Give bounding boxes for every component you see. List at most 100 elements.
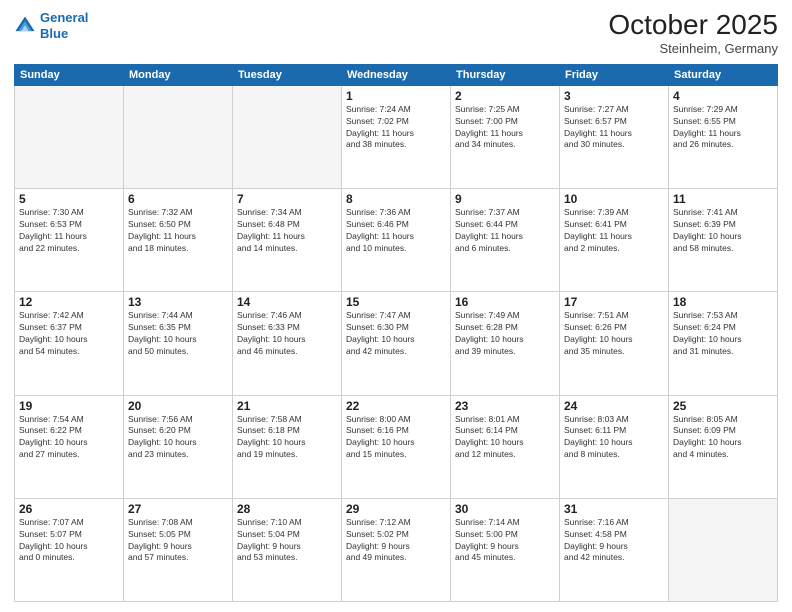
header-sunday: Sunday [15,64,124,85]
week-row-3: 19Sunrise: 7:54 AM Sunset: 6:22 PM Dayli… [15,395,778,498]
day-info: Sunrise: 7:58 AM Sunset: 6:18 PM Dayligh… [237,414,337,462]
day-number: 30 [455,502,555,516]
day-info: Sunrise: 7:08 AM Sunset: 5:05 PM Dayligh… [128,517,228,565]
table-row: 30Sunrise: 7:14 AM Sunset: 5:00 PM Dayli… [451,498,560,601]
day-info: Sunrise: 7:42 AM Sunset: 6:37 PM Dayligh… [19,310,119,358]
table-row: 10Sunrise: 7:39 AM Sunset: 6:41 PM Dayli… [560,189,669,292]
logo-blue: Blue [40,26,68,41]
day-info: Sunrise: 7:56 AM Sunset: 6:20 PM Dayligh… [128,414,228,462]
table-row: 7Sunrise: 7:34 AM Sunset: 6:48 PM Daylig… [233,189,342,292]
table-row: 26Sunrise: 7:07 AM Sunset: 5:07 PM Dayli… [15,498,124,601]
table-row: 20Sunrise: 7:56 AM Sunset: 6:20 PM Dayli… [124,395,233,498]
day-number: 10 [564,192,664,206]
page: General Blue October 2025 Steinheim, Ger… [0,0,792,612]
table-row: 12Sunrise: 7:42 AM Sunset: 6:37 PM Dayli… [15,292,124,395]
header-wednesday: Wednesday [342,64,451,85]
day-number: 17 [564,295,664,309]
day-info: Sunrise: 7:37 AM Sunset: 6:44 PM Dayligh… [455,207,555,255]
day-info: Sunrise: 7:10 AM Sunset: 5:04 PM Dayligh… [237,517,337,565]
day-info: Sunrise: 7:12 AM Sunset: 5:02 PM Dayligh… [346,517,446,565]
calendar-subtitle: Steinheim, Germany [608,41,778,56]
day-number: 28 [237,502,337,516]
day-info: Sunrise: 7:29 AM Sunset: 6:55 PM Dayligh… [673,104,773,152]
table-row [124,85,233,188]
day-number: 25 [673,399,773,413]
table-row: 25Sunrise: 8:05 AM Sunset: 6:09 PM Dayli… [669,395,778,498]
week-row-0: 1Sunrise: 7:24 AM Sunset: 7:02 PM Daylig… [15,85,778,188]
header-friday: Friday [560,64,669,85]
table-row: 16Sunrise: 7:49 AM Sunset: 6:28 PM Dayli… [451,292,560,395]
day-number: 27 [128,502,228,516]
table-row: 24Sunrise: 8:03 AM Sunset: 6:11 PM Dayli… [560,395,669,498]
day-info: Sunrise: 7:25 AM Sunset: 7:00 PM Dayligh… [455,104,555,152]
day-number: 21 [237,399,337,413]
calendar-header-row: Sunday Monday Tuesday Wednesday Thursday… [15,64,778,85]
header-saturday: Saturday [669,64,778,85]
day-info: Sunrise: 7:36 AM Sunset: 6:46 PM Dayligh… [346,207,446,255]
day-number: 3 [564,89,664,103]
day-number: 7 [237,192,337,206]
day-number: 1 [346,89,446,103]
title-block: October 2025 Steinheim, Germany [608,10,778,56]
day-info: Sunrise: 7:07 AM Sunset: 5:07 PM Dayligh… [19,517,119,565]
logo: General Blue [14,10,88,41]
day-number: 24 [564,399,664,413]
day-info: Sunrise: 7:16 AM Sunset: 4:58 PM Dayligh… [564,517,664,565]
day-number: 29 [346,502,446,516]
day-info: Sunrise: 7:41 AM Sunset: 6:39 PM Dayligh… [673,207,773,255]
logo-general: General [40,10,88,25]
table-row: 14Sunrise: 7:46 AM Sunset: 6:33 PM Dayli… [233,292,342,395]
table-row: 6Sunrise: 7:32 AM Sunset: 6:50 PM Daylig… [124,189,233,292]
header-thursday: Thursday [451,64,560,85]
week-row-1: 5Sunrise: 7:30 AM Sunset: 6:53 PM Daylig… [15,189,778,292]
week-row-2: 12Sunrise: 7:42 AM Sunset: 6:37 PM Dayli… [15,292,778,395]
day-number: 13 [128,295,228,309]
day-number: 12 [19,295,119,309]
day-number: 8 [346,192,446,206]
day-info: Sunrise: 8:05 AM Sunset: 6:09 PM Dayligh… [673,414,773,462]
day-number: 19 [19,399,119,413]
day-number: 4 [673,89,773,103]
week-row-4: 26Sunrise: 7:07 AM Sunset: 5:07 PM Dayli… [15,498,778,601]
table-row: 2Sunrise: 7:25 AM Sunset: 7:00 PM Daylig… [451,85,560,188]
table-row: 4Sunrise: 7:29 AM Sunset: 6:55 PM Daylig… [669,85,778,188]
day-info: Sunrise: 7:32 AM Sunset: 6:50 PM Dayligh… [128,207,228,255]
table-row: 9Sunrise: 7:37 AM Sunset: 6:44 PM Daylig… [451,189,560,292]
day-info: Sunrise: 8:00 AM Sunset: 6:16 PM Dayligh… [346,414,446,462]
table-row: 23Sunrise: 8:01 AM Sunset: 6:14 PM Dayli… [451,395,560,498]
table-row: 27Sunrise: 7:08 AM Sunset: 5:05 PM Dayli… [124,498,233,601]
day-info: Sunrise: 8:01 AM Sunset: 6:14 PM Dayligh… [455,414,555,462]
day-info: Sunrise: 8:03 AM Sunset: 6:11 PM Dayligh… [564,414,664,462]
day-info: Sunrise: 7:14 AM Sunset: 5:00 PM Dayligh… [455,517,555,565]
table-row: 3Sunrise: 7:27 AM Sunset: 6:57 PM Daylig… [560,85,669,188]
day-number: 11 [673,192,773,206]
day-number: 14 [237,295,337,309]
day-info: Sunrise: 7:46 AM Sunset: 6:33 PM Dayligh… [237,310,337,358]
table-row: 5Sunrise: 7:30 AM Sunset: 6:53 PM Daylig… [15,189,124,292]
day-number: 26 [19,502,119,516]
table-row: 1Sunrise: 7:24 AM Sunset: 7:02 PM Daylig… [342,85,451,188]
day-info: Sunrise: 7:51 AM Sunset: 6:26 PM Dayligh… [564,310,664,358]
day-number: 20 [128,399,228,413]
logo-text: General Blue [40,10,88,41]
header-monday: Monday [124,64,233,85]
table-row: 15Sunrise: 7:47 AM Sunset: 6:30 PM Dayli… [342,292,451,395]
header: General Blue October 2025 Steinheim, Ger… [14,10,778,56]
table-row [233,85,342,188]
day-info: Sunrise: 7:44 AM Sunset: 6:35 PM Dayligh… [128,310,228,358]
table-row: 21Sunrise: 7:58 AM Sunset: 6:18 PM Dayli… [233,395,342,498]
day-number: 2 [455,89,555,103]
day-number: 22 [346,399,446,413]
day-info: Sunrise: 7:34 AM Sunset: 6:48 PM Dayligh… [237,207,337,255]
day-number: 5 [19,192,119,206]
day-info: Sunrise: 7:39 AM Sunset: 6:41 PM Dayligh… [564,207,664,255]
table-row: 31Sunrise: 7:16 AM Sunset: 4:58 PM Dayli… [560,498,669,601]
table-row: 18Sunrise: 7:53 AM Sunset: 6:24 PM Dayli… [669,292,778,395]
day-info: Sunrise: 7:49 AM Sunset: 6:28 PM Dayligh… [455,310,555,358]
table-row [15,85,124,188]
day-number: 9 [455,192,555,206]
logo-icon [14,15,36,37]
day-info: Sunrise: 7:30 AM Sunset: 6:53 PM Dayligh… [19,207,119,255]
header-tuesday: Tuesday [233,64,342,85]
table-row: 11Sunrise: 7:41 AM Sunset: 6:39 PM Dayli… [669,189,778,292]
